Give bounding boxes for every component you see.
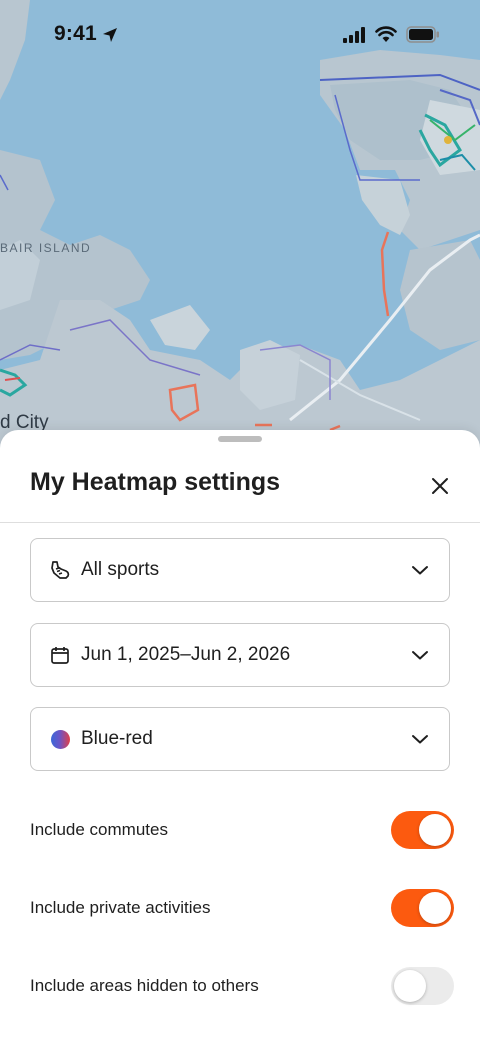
include-private-row: Include private activities	[30, 888, 454, 928]
chevron-down-icon	[409, 644, 431, 666]
sport-type-label: All sports	[81, 559, 160, 580]
location-arrow-icon	[103, 28, 117, 42]
toggle-knob	[419, 892, 451, 924]
sheet-divider	[0, 522, 480, 523]
color-scheme-dropdown[interactable]: Blue-red	[30, 707, 450, 771]
include-private-toggle[interactable]	[391, 889, 454, 927]
date-range-label: Jun 1, 2025–Jun 2, 2026	[81, 644, 291, 665]
shoe-icon	[49, 559, 71, 581]
toggle-knob	[419, 814, 451, 846]
status-time: 9:41	[54, 22, 97, 45]
heatmap-settings-sheet: My Heatmap settings All sports Jun 1, 20…	[0, 430, 480, 1040]
sheet-title: My Heatmap settings	[30, 468, 281, 496]
include-hidden-areas-row: Include areas hidden to others	[30, 966, 454, 1006]
cellular-signal-icon	[343, 27, 365, 43]
chevron-down-icon	[409, 559, 431, 581]
gradient-swatch-icon	[50, 729, 70, 749]
include-commutes-toggle[interactable]	[391, 811, 454, 849]
battery-icon	[406, 26, 439, 43]
include-private-label: Include private activities	[30, 898, 211, 917]
close-button[interactable]	[420, 466, 460, 506]
sport-type-dropdown[interactable]: All sports	[30, 538, 450, 602]
calendar-icon	[49, 644, 71, 666]
include-commutes-label: Include commutes	[30, 820, 168, 839]
include-hidden-areas-toggle[interactable]	[391, 967, 454, 1005]
chevron-down-icon	[409, 728, 431, 750]
wifi-icon	[375, 26, 397, 42]
include-commutes-row: Include commutes	[30, 810, 454, 850]
close-icon	[432, 478, 448, 494]
include-hidden-areas-label: Include areas hidden to others	[30, 976, 259, 995]
sheet-grabber[interactable]	[218, 436, 262, 442]
status-bar: 9:41	[0, 0, 480, 70]
map-label-island: BAIR ISLAND	[0, 241, 92, 255]
toggle-knob	[394, 970, 426, 1002]
color-scheme-label: Blue-red	[81, 728, 153, 749]
date-range-dropdown[interactable]: Jun 1, 2025–Jun 2, 2026	[30, 623, 450, 687]
